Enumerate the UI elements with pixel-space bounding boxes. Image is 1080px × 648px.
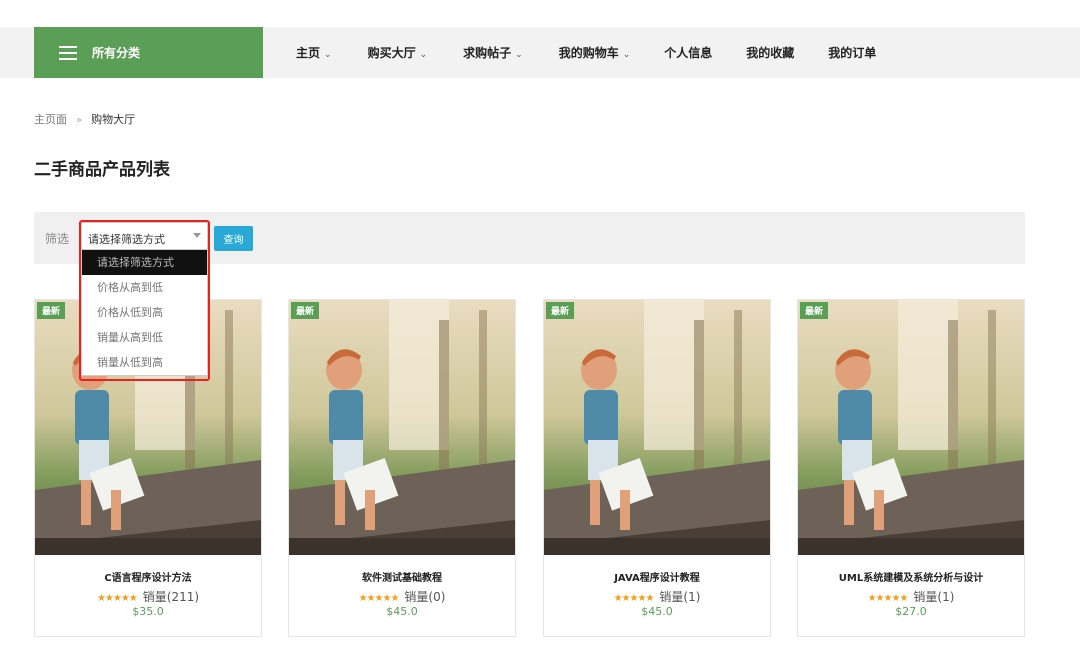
- product-price: $27.0: [895, 605, 927, 618]
- breadcrumb-separator: »: [76, 115, 83, 126]
- filter-option[interactable]: 价格从低到高: [82, 300, 207, 325]
- hamburger-menu-icon: [59, 45, 77, 60]
- new-badge: 最新: [546, 302, 575, 319]
- product-card[interactable]: 最新 UML系统建模及系统分析与设计 ★★★★★ 销量(1) $27.0: [797, 299, 1025, 637]
- nav-item-wanted-posts[interactable]: 求购帖子 ⌄: [463, 44, 523, 61]
- new-badge: 最新: [37, 302, 66, 319]
- all-categories-button[interactable]: 所有分类: [34, 27, 263, 78]
- breadcrumb: 主页面 » 购物大厅: [34, 111, 135, 127]
- filter-option[interactable]: 请选择筛选方式: [82, 250, 207, 275]
- product-rating: ★★★★★ 销量(211): [35, 588, 261, 605]
- product-name[interactable]: C语言程序设计方法: [35, 569, 261, 584]
- product-price: $35.0: [132, 605, 164, 618]
- product-rating: ★★★★★ 销量(0): [289, 588, 515, 605]
- nav-item-profile[interactable]: 个人信息: [664, 44, 712, 61]
- product-sales: 销量(0): [404, 590, 446, 604]
- page-title: 二手商品产品列表: [34, 160, 170, 180]
- chevron-down-icon: ⌄: [515, 50, 523, 60]
- filter-dropdown-list: 请选择筛选方式 价格从高到低 价格从低到高 销量从高到低 销量从低到高: [81, 249, 208, 376]
- star-rating-icon: ★★★★★: [613, 593, 655, 604]
- filter-option[interactable]: 销量从低到高: [82, 350, 207, 375]
- top-navbar: 所有分类 主页 ⌄ 购买大厅 ⌄ 求购帖子 ⌄ 我的购物车 ⌄ 个人信息 我的收藏 我的…: [0, 27, 1080, 78]
- new-badge: 最新: [291, 302, 320, 319]
- filter-select-value: 请选择筛选方式: [88, 233, 165, 246]
- product-price: $45.0: [641, 605, 673, 618]
- product-name[interactable]: UML系统建模及系统分析与设计: [798, 569, 1024, 584]
- nav-item-home[interactable]: 主页 ⌄: [296, 44, 332, 61]
- nav-item-label: 我的收藏: [746, 46, 795, 60]
- nav-item-label: 我的购物车: [558, 46, 619, 60]
- filter-option[interactable]: 销量从高到低: [82, 325, 207, 350]
- product-price: $45.0: [386, 605, 418, 618]
- nav-item-label: 我的订单: [828, 46, 877, 60]
- star-rating-icon: ★★★★★: [96, 593, 138, 604]
- nav-item-label: 求购帖子: [463, 46, 512, 60]
- product-card[interactable]: 最新 软件测试基础教程 ★★★★★ 销量(0) $45.0: [288, 299, 516, 637]
- all-categories-label: 所有分类: [92, 46, 141, 60]
- product-sales: 销量(1): [913, 590, 955, 604]
- star-rating-icon: ★★★★★: [867, 593, 909, 604]
- product-sales: 销量(211): [142, 590, 200, 604]
- product-card[interactable]: 最新 JAVA程序设计教程 ★★★★★ 销量(1) $45.0: [543, 299, 771, 637]
- nav-item-label: 主页: [296, 46, 321, 60]
- nav-item-orders[interactable]: 我的订单: [828, 44, 876, 61]
- nav-item-shopping-hall[interactable]: 购买大厅 ⌄: [368, 44, 428, 61]
- product-image[interactable]: [289, 300, 515, 555]
- product-sales: 销量(1): [659, 590, 701, 604]
- new-badge: 最新: [800, 302, 829, 319]
- filter-label: 筛选: [45, 232, 70, 246]
- product-rating: ★★★★★ 销量(1): [544, 588, 770, 605]
- breadcrumb-home[interactable]: 主页面: [34, 113, 67, 126]
- product-name[interactable]: 软件测试基础教程: [289, 569, 515, 584]
- product-image[interactable]: [798, 300, 1024, 555]
- product-rating: ★★★★★ 销量(1): [798, 588, 1024, 605]
- nav-item-label: 个人信息: [664, 46, 713, 60]
- star-rating-icon: ★★★★★: [358, 593, 400, 604]
- product-image[interactable]: [544, 300, 770, 555]
- chevron-down-icon: ⌄: [324, 50, 332, 60]
- chevron-down-icon: ⌄: [419, 50, 428, 60]
- nav-item-favorites[interactable]: 我的收藏: [746, 44, 794, 61]
- caret-down-icon: [193, 233, 201, 238]
- query-button[interactable]: 查询: [214, 226, 253, 251]
- nav-item-label: 购买大厅: [367, 46, 416, 60]
- nav-item-cart[interactable]: 我的购物车 ⌄: [559, 44, 631, 61]
- filter-select[interactable]: 请选择筛选方式: [81, 222, 208, 252]
- chevron-down-icon: ⌄: [622, 50, 631, 60]
- main-menu: 主页 ⌄ 购买大厅 ⌄ 求购帖子 ⌄ 我的购物车 ⌄ 个人信息 我的收藏 我的订单: [296, 27, 876, 78]
- product-name[interactable]: JAVA程序设计教程: [544, 569, 770, 584]
- filter-option[interactable]: 价格从高到低: [82, 275, 207, 300]
- breadcrumb-current: 购物大厅: [91, 113, 136, 126]
